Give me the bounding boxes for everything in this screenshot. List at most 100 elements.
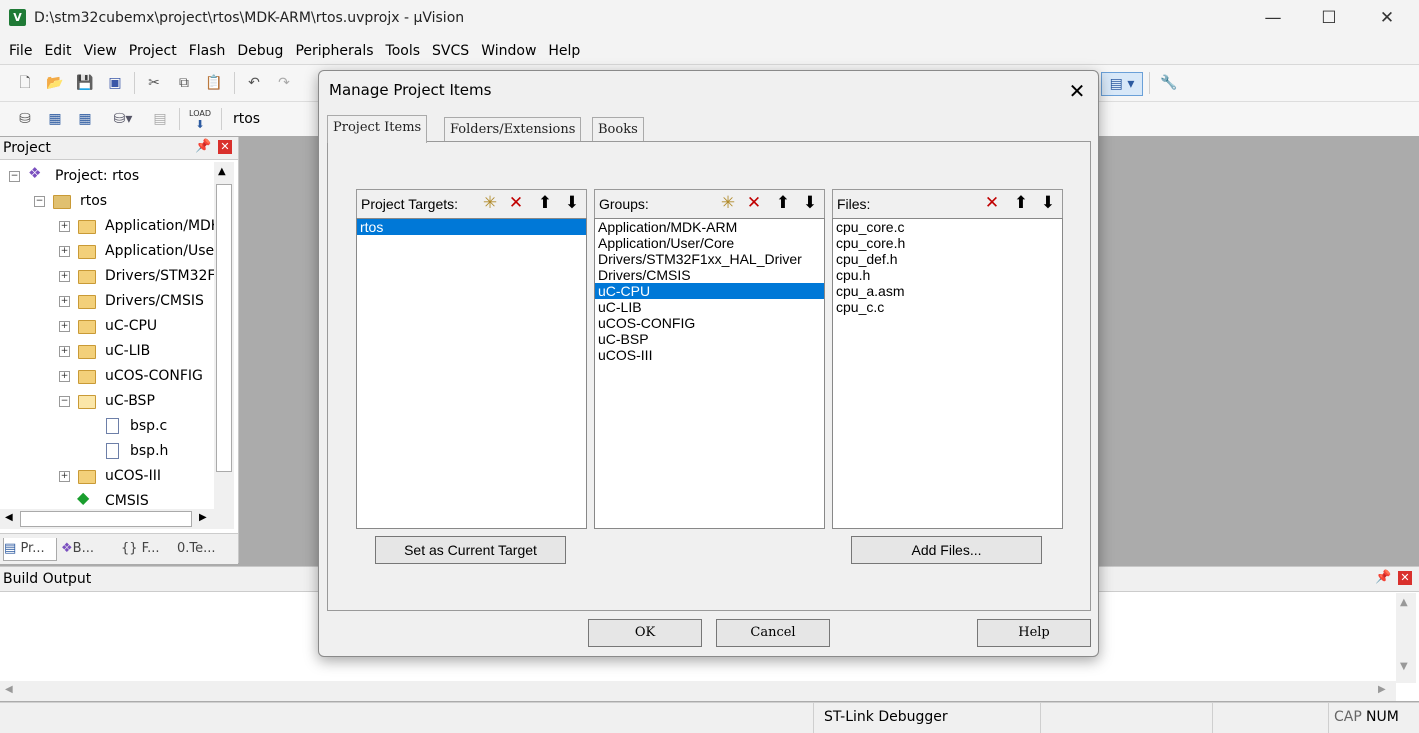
save-all-icon[interactable]: ▣: [104, 72, 126, 94]
maximize-button[interactable]: ☐: [1300, 0, 1358, 36]
move-down-icon[interactable]: ⬇: [798, 192, 822, 214]
list-item[interactable]: cpu_c.c: [833, 299, 1062, 315]
tab-project[interactable]: ▤ Pr...: [3, 538, 57, 561]
list-item[interactable]: cpu.h: [833, 267, 1062, 283]
new-file-icon[interactable]: 🗋: [14, 72, 36, 94]
close-panel-icon[interactable]: ✕: [218, 140, 232, 154]
paste-icon[interactable]: 📋: [203, 72, 225, 94]
tab-project-items[interactable]: Project Items: [327, 115, 428, 143]
move-up-icon[interactable]: ⬆: [1009, 192, 1033, 214]
save-icon[interactable]: 💾: [74, 72, 96, 94]
tree-target[interactable]: rtos: [80, 189, 107, 213]
expand-icon[interactable]: +: [59, 271, 70, 282]
pin-icon[interactable]: 📌: [195, 139, 211, 154]
tree-file[interactable]: bsp.h: [130, 439, 168, 463]
menu-flash[interactable]: Flash: [183, 38, 232, 64]
expand-icon[interactable]: +: [59, 221, 70, 232]
cut-icon[interactable]: ✂: [143, 72, 165, 94]
menu-peripherals[interactable]: Peripherals: [289, 38, 379, 64]
stop-build-icon[interactable]: ▤: [149, 108, 171, 130]
list-item[interactable]: cpu_a.asm: [833, 283, 1062, 299]
scroll-left-icon[interactable]: ◀: [5, 512, 13, 523]
configure-window-icon[interactable]: ▤ ▾: [1101, 72, 1143, 96]
list-item[interactable]: Application/User/Core: [595, 235, 824, 251]
add-files-button[interactable]: Add Files...: [851, 536, 1042, 564]
new-item-icon[interactable]: ✳: [478, 192, 502, 214]
menu-window[interactable]: Window: [475, 38, 542, 64]
new-item-icon[interactable]: ✳: [716, 192, 740, 214]
set-current-target-button[interactable]: Set as Current Target: [375, 536, 566, 564]
files-list[interactable]: cpu_core.c cpu_core.h cpu_def.h cpu.h cp…: [832, 218, 1063, 529]
close-window-button[interactable]: ✕: [1358, 0, 1416, 36]
tree-group[interactable]: uCOS-CONFIG: [105, 364, 203, 388]
tab-books[interactable]: Books: [592, 117, 644, 142]
delete-icon[interactable]: ✕: [504, 192, 528, 214]
menu-svcs[interactable]: SVCS: [426, 38, 475, 64]
rebuild-icon[interactable]: ▦: [74, 108, 96, 130]
close-panel-icon[interactable]: ✕: [1398, 571, 1412, 585]
expand-icon[interactable]: +: [59, 346, 70, 357]
tree-group[interactable]: Application/User: [105, 239, 215, 263]
tree-group[interactable]: Application/MDK: [105, 214, 215, 238]
list-item[interactable]: cpu_core.h: [833, 235, 1062, 251]
expand-icon[interactable]: +: [59, 296, 70, 307]
targets-list[interactable]: rtos: [356, 218, 587, 529]
horizontal-scrollbar[interactable]: ◀ ▶: [0, 681, 1396, 701]
list-item[interactable]: cpu_def.h: [833, 251, 1062, 267]
collapse-icon[interactable]: −: [9, 171, 20, 182]
cancel-button[interactable]: Cancel: [716, 619, 830, 647]
menu-view[interactable]: View: [78, 38, 123, 64]
scroll-down-icon[interactable]: ▼: [1400, 661, 1408, 672]
tree-group[interactable]: Drivers/STM32F1: [105, 264, 215, 288]
scroll-thumb[interactable]: [216, 184, 232, 472]
move-down-icon[interactable]: ⬇: [1036, 192, 1060, 214]
tree-group[interactable]: Drivers/CMSIS: [105, 289, 204, 313]
redo-icon[interactable]: ↷: [273, 72, 295, 94]
menu-edit[interactable]: Edit: [38, 38, 77, 64]
list-item[interactable]: rtos: [357, 219, 586, 235]
expand-icon[interactable]: +: [59, 246, 70, 257]
collapse-icon[interactable]: −: [59, 396, 70, 407]
menu-help[interactable]: Help: [542, 38, 586, 64]
expand-icon[interactable]: +: [59, 321, 70, 332]
tree-group[interactable]: uC-CPU: [105, 314, 157, 338]
load-download-icon[interactable]: LOAD ⬇: [189, 108, 211, 130]
close-dialog-icon[interactable]: ✕: [1063, 77, 1091, 105]
tab-books[interactable]: ❖B...: [61, 538, 94, 560]
menu-file[interactable]: File: [3, 38, 38, 64]
list-item[interactable]: uC-BSP: [595, 331, 824, 347]
batch-build-icon[interactable]: ⛁▾: [104, 108, 142, 130]
list-item[interactable]: Drivers/STM32F1xx_HAL_Driver: [595, 251, 824, 267]
scroll-right-icon[interactable]: ▶: [199, 512, 207, 523]
list-item[interactable]: Drivers/CMSIS: [595, 267, 824, 283]
vertical-scrollbar[interactable]: ▲ ▼: [214, 162, 234, 547]
list-item[interactable]: uC-LIB: [595, 299, 824, 315]
groups-list[interactable]: Application/MDK-ARM Application/User/Cor…: [594, 218, 825, 529]
vertical-scrollbar[interactable]: ▲ ▼: [1396, 593, 1416, 683]
ok-button[interactable]: OK: [588, 619, 702, 647]
delete-icon[interactable]: ✕: [742, 192, 766, 214]
menu-tools[interactable]: Tools: [380, 38, 427, 64]
list-item[interactable]: cpu_core.c: [833, 219, 1062, 235]
copy-icon[interactable]: ⧉: [173, 72, 195, 94]
tab-templates[interactable]: 0.Te...: [177, 538, 216, 560]
menu-debug[interactable]: Debug: [231, 38, 289, 64]
minimize-button[interactable]: —: [1244, 0, 1302, 36]
tab-folders-extensions[interactable]: Folders/Extensions: [444, 117, 582, 142]
open-folder-icon[interactable]: 📂: [44, 72, 66, 94]
tree-project-root[interactable]: Project: rtos: [55, 164, 139, 188]
help-button[interactable]: Help: [977, 619, 1091, 647]
scroll-up-icon[interactable]: ▲: [1400, 597, 1408, 608]
expand-icon[interactable]: +: [59, 371, 70, 382]
collapse-icon[interactable]: −: [34, 196, 45, 207]
move-up-icon[interactable]: ⬆: [533, 192, 557, 214]
target-selector[interactable]: rtos: [233, 111, 260, 127]
build-icon[interactable]: ▦: [44, 108, 66, 130]
list-item[interactable]: uCOS-CONFIG: [595, 315, 824, 331]
pin-icon[interactable]: 📌: [1375, 570, 1391, 585]
menu-project[interactable]: Project: [123, 38, 183, 64]
move-up-icon[interactable]: ⬆: [771, 192, 795, 214]
translate-icon[interactable]: ⛁: [14, 108, 36, 130]
undo-icon[interactable]: ↶: [243, 72, 265, 94]
tree-file[interactable]: bsp.c: [130, 414, 167, 438]
